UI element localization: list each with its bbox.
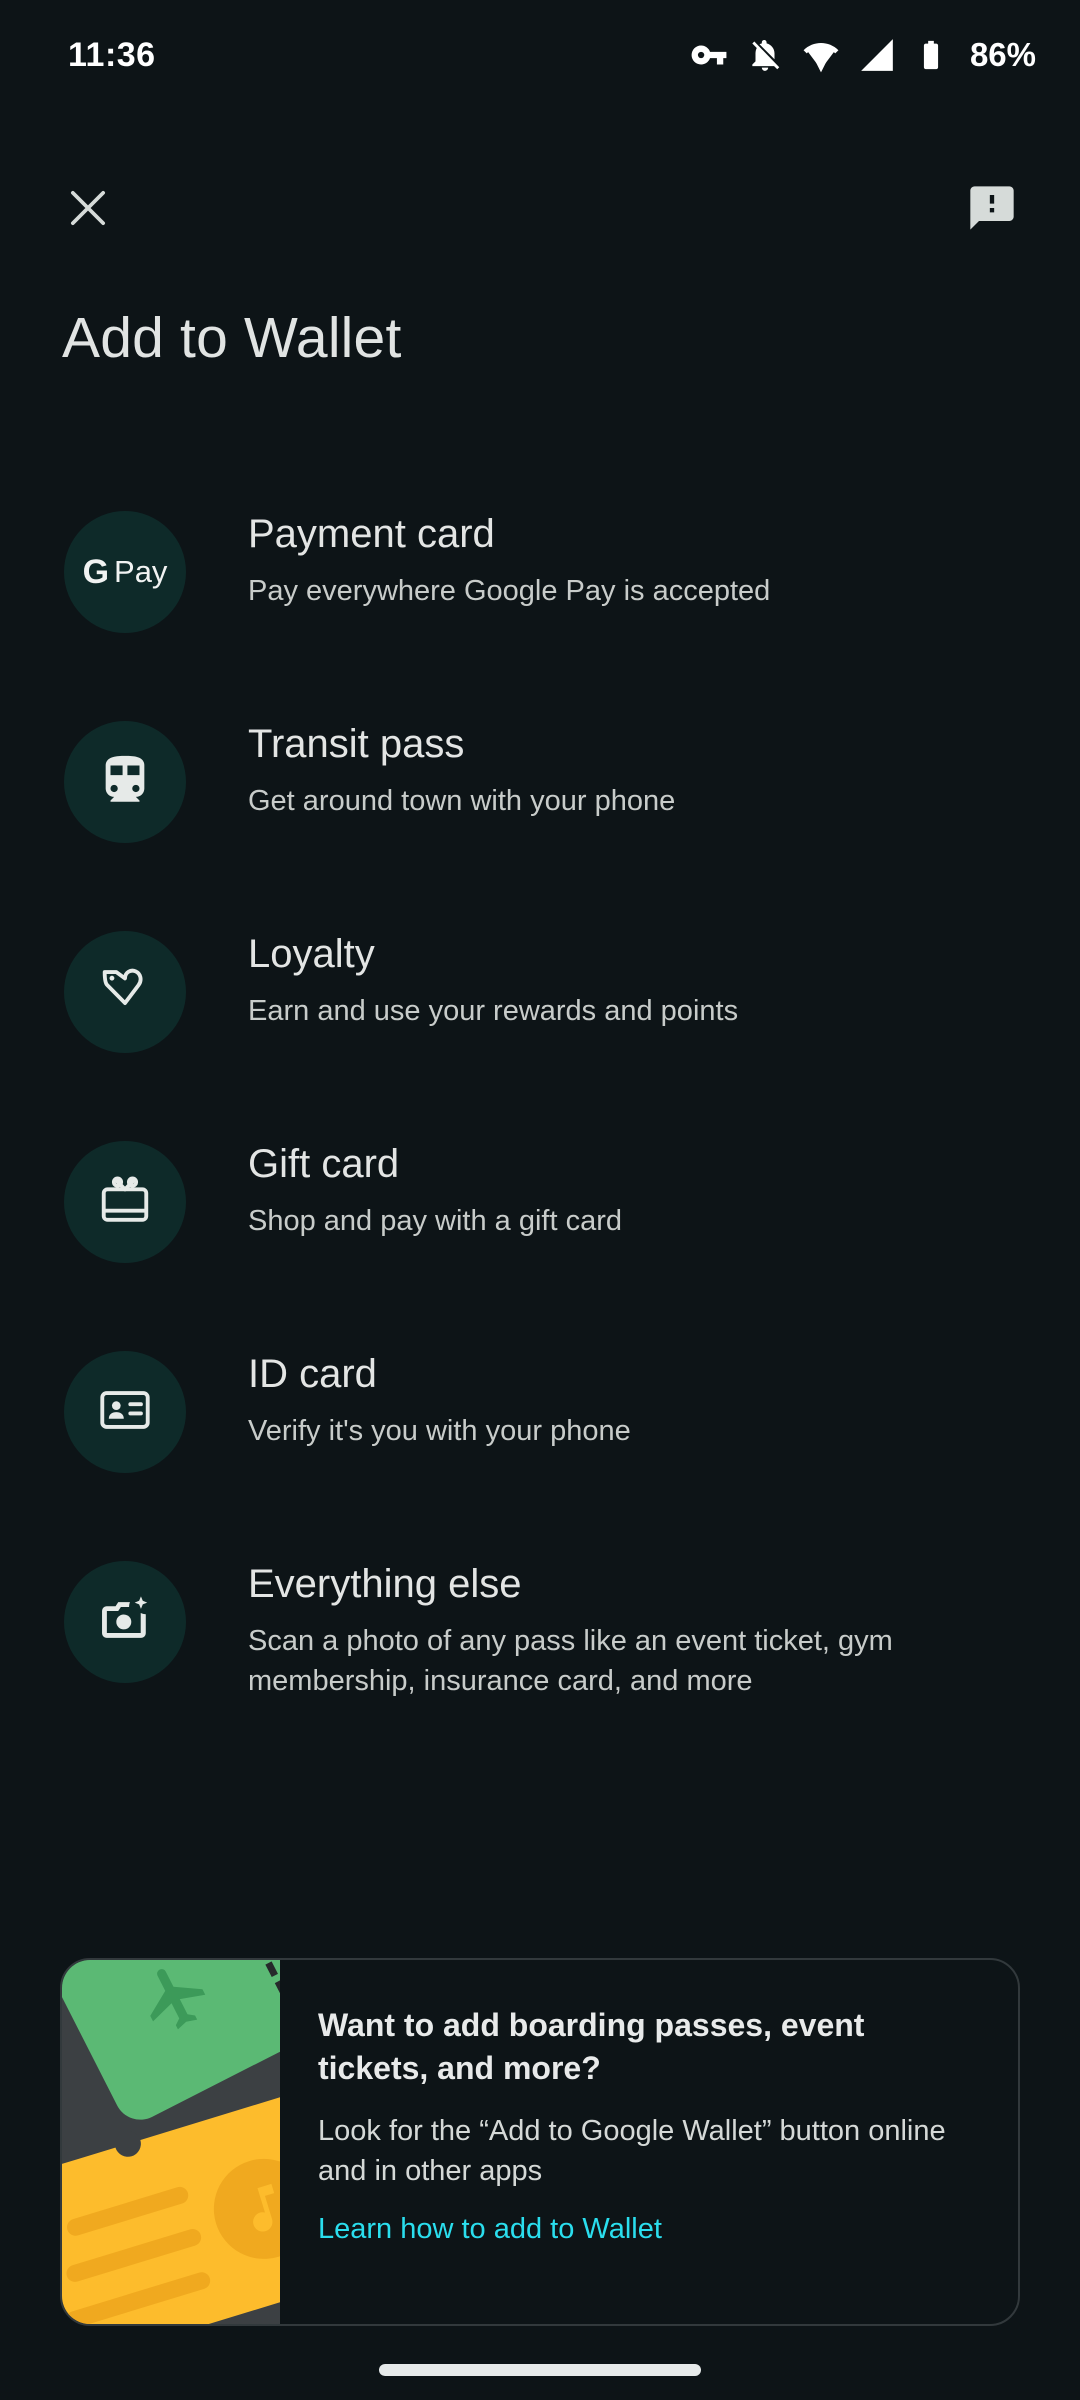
id-badge-icon-wrap [64,1351,186,1473]
list-item-text: Loyalty Earn and use your rewards and po… [248,925,738,1031]
promo-card[interactable]: Want to add boarding passes, event ticke… [60,1958,1020,2326]
gesture-navigation-bar[interactable] [379,2364,701,2376]
list-item-title: Everything else [248,1562,522,1606]
list-item-title: Payment card [248,512,495,556]
list-item-text: Transit pass Get around town with your p… [248,715,675,821]
cellular-signal-icon [858,36,896,74]
battery-icon [914,36,948,74]
airplane-icon [125,1960,227,2051]
camera-sparkle-icon-wrap [64,1561,186,1683]
list-item-gift-card[interactable]: Gift card Shop and pay with a gift card [0,1135,1080,1275]
list-item-subtitle: Get around town with your phone [248,785,676,817]
gift-card-icon-wrap [64,1141,186,1263]
list-item-title: Transit pass [248,722,465,766]
id-badge-icon [96,1381,154,1444]
promo-title: Want to add boarding passes, event ticke… [318,2007,865,2086]
transit-train-icon-wrap [64,721,186,843]
list-item-text: Payment card Pay everywhere Google Pay i… [248,505,770,611]
list-item-text: Gift card Shop and pay with a gift card [248,1135,622,1241]
gift-card-icon [96,1171,154,1234]
list-item-everything-else[interactable]: Everything else Scan a photo of any pass… [0,1555,1080,1701]
promo-card-body: Want to add boarding passes, event ticke… [280,1960,1018,2324]
ticket-stripe [64,2184,191,2238]
list-item-payment-card[interactable]: G Pay Payment card Pay everywhere Google… [0,505,1080,645]
ticket-stripe [64,2226,204,2285]
battery-percent-label: 86% [969,36,1036,73]
camera-sparkle-icon [96,1591,154,1654]
add-to-wallet-screen: 11:36 86% Add to Wallet G Pay Payment ca… [0,0,1080,2400]
list-item-title: Gift card [248,1142,400,1186]
status-bar: 11:36 86% [0,0,1080,110]
music-note-icon [253,2183,275,2232]
list-item-transit-pass[interactable]: Transit pass Get around town with your p… [0,715,1080,855]
gpay-pay-label: Pay [114,554,168,589]
wallet-item-list: G Pay Payment card Pay everywhere Google… [0,505,1080,1701]
promo-description: Look for the “Add to Google Wallet” butt… [318,2115,946,2188]
perforation-line [218,1960,280,2033]
list-item-subtitle: Pay everywhere Google Pay is accepted [248,575,771,607]
google-pay-icon: G Pay [64,511,186,633]
wifi-icon [802,36,840,74]
status-icon-group: 86% [690,36,1036,74]
loyalty-tag-heart-icon-wrap [64,931,186,1053]
list-item-subtitle: Earn and use your rewards and points [248,995,739,1027]
app-bar [0,155,1080,265]
list-item-subtitle: Shop and pay with a gift card [248,1205,623,1237]
feedback-icon [966,182,1018,239]
boarding-pass-and-event-ticket-illustration [62,1960,280,2324]
status-clock: 11:36 [68,35,156,74]
list-item-text: ID card Verify it's you with your phone [248,1345,631,1451]
vpn-key-icon [690,36,728,74]
list-item-loyalty[interactable]: Loyalty Earn and use your rewards and po… [0,925,1080,1065]
close-button[interactable] [46,168,130,252]
list-item-subtitle: Scan a photo of any pass like an event t… [248,1625,893,1698]
gpay-g-letter: G [82,552,110,591]
list-item-title: ID card [248,1352,377,1396]
transit-train-icon [96,751,154,814]
page-title: Add to Wallet [62,306,402,370]
ticket-notch [111,2127,145,2161]
learn-how-link[interactable]: Learn how to add to Wallet [318,2213,662,2246]
list-item-text: Everything else Scan a photo of any pass… [248,1555,968,1701]
boarding-pass-graphic [62,1960,280,2129]
list-item-title: Loyalty [248,932,375,976]
loyalty-tag-heart-icon [96,961,154,1024]
close-icon [62,182,114,239]
feedback-button[interactable] [950,168,1034,252]
list-item-id-card[interactable]: ID card Verify it's you with your phone [0,1345,1080,1485]
list-item-subtitle: Verify it's you with your phone [248,1415,631,1447]
music-note-badge [201,2146,280,2272]
notifications-muted-icon [746,36,784,74]
